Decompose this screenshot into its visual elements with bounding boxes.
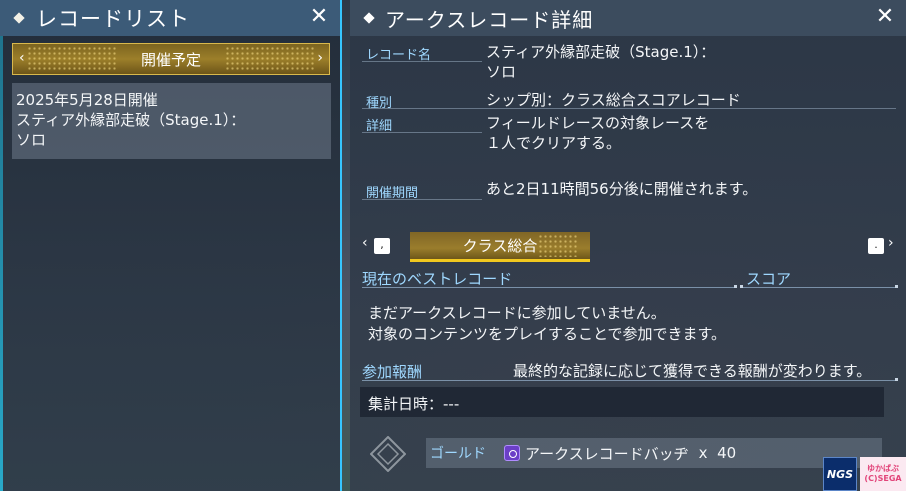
reward-name: アークスレコードバッヂ <box>525 444 689 463</box>
detail-line: １人でクリアする。 <box>486 134 622 152</box>
record-name-line: ソロ <box>486 63 517 81</box>
category-label: クラス総合 <box>462 237 538 255</box>
close-icon[interactable]: ✕ <box>874 6 896 28</box>
record-date: 2025年5月28日開催 <box>16 91 158 109</box>
rewards-note: 最終的な記録に応じて獲得できる報酬が変わります。 <box>513 362 872 380</box>
record-list-panel: レコードリスト ✕ ‹ 開催予定 › 2025年5月28日開催 スティア外縁部走… <box>0 0 342 491</box>
tab-pattern <box>27 46 117 72</box>
score-header: スコア <box>746 270 792 288</box>
type-value: シップ別：クラス総合スコアレコード <box>486 91 741 109</box>
record-name: スティア外縁部走破（Stage.1）： <box>16 111 246 129</box>
record-name-cont: ソロ <box>16 131 47 149</box>
close-icon[interactable]: ✕ <box>308 6 330 28</box>
tally-time: 集計日時：--- <box>360 387 884 417</box>
divider-mark <box>895 378 898 381</box>
record-detail-panel: アークスレコード詳細 ✕ レコード名 スティア外縁部走破（Stage.1）： ソ… <box>350 0 906 491</box>
divider <box>362 132 482 133</box>
tab-class-overall[interactable]: クラス総合 <box>410 232 590 262</box>
diamond-icon <box>363 12 375 24</box>
record-name-line: スティア外縁部走破（Stage.1）： <box>486 43 716 61</box>
tab-scheduled[interactable]: ‹ 開催予定 › <box>12 43 330 75</box>
record-detail-title: アークスレコード詳細 <box>385 7 594 32</box>
record-detail-titlebar: アークスレコード詳細 ✕ <box>350 0 906 36</box>
divider <box>362 287 736 288</box>
divider <box>362 108 896 109</box>
chevron-left-icon[interactable]: ‹ <box>362 235 368 251</box>
ngs-logo: NGS <box>823 457 857 491</box>
message-line: 対象のコンテンツをプレイすることで参加できます。 <box>368 325 727 343</box>
divider <box>362 199 482 200</box>
record-list-title: レコードリスト <box>36 7 190 31</box>
gold-tier-emblem-icon <box>370 436 406 472</box>
tab-label: 開催予定 <box>140 50 201 69</box>
watermark-logo: ゆかばぶ (C)SEGA <box>860 457 906 491</box>
arks-record-badge-icon <box>504 445 520 461</box>
watermark-text: ゆかばぶ <box>867 464 899 473</box>
detail-line: フィールドレースの対象レースを <box>486 114 710 132</box>
divider <box>362 61 482 62</box>
next-category-key[interactable]: . <box>868 238 884 254</box>
record-list-titlebar: レコードリスト ✕ <box>0 0 340 36</box>
divider <box>742 287 898 288</box>
divider-mark <box>734 285 737 288</box>
reward-item: ゴールド アークスレコードバッヂ x 40 <box>426 438 882 468</box>
no-record-message: まだアークスレコードに参加していません。 対象のコンテンツをプレイすることで参加… <box>368 303 726 345</box>
record-list-item[interactable]: 2025年5月28日開催 スティア外縁部走破（Stage.1）： ソロ <box>12 83 331 159</box>
chevron-right-icon[interactable]: › <box>888 235 894 251</box>
category-selector: ‹ , クラス総合 . › <box>362 232 898 262</box>
record-name-value: スティア外縁部走破（Stage.1）： ソロ <box>486 42 715 82</box>
best-record-header: 現在のベストレコード <box>362 270 513 288</box>
tab-pattern <box>538 234 578 257</box>
prev-category-key[interactable]: , <box>374 238 390 254</box>
divider-mark <box>895 285 898 288</box>
detail-value: フィールドレースの対象レースを １人でクリアする。 <box>486 113 709 153</box>
tab-pattern <box>225 46 315 72</box>
diamond-icon <box>13 12 25 24</box>
copyright-text: (C)SEGA <box>864 474 902 483</box>
divider-mark <box>740 285 743 288</box>
period-value: あと2日11時間56分後に開催されます。 <box>486 180 758 198</box>
reward-tier: ゴールド <box>430 446 486 462</box>
chevron-right-icon[interactable]: › <box>317 50 323 66</box>
message-line: まだアークスレコードに参加していません。 <box>368 304 666 322</box>
divider <box>362 380 898 381</box>
reward-quantity: x 40 <box>698 444 737 462</box>
chevron-left-icon[interactable]: ‹ <box>19 50 25 66</box>
rewards-header: 参加報酬 <box>362 363 423 381</box>
panel-edge-decoration <box>0 0 3 491</box>
